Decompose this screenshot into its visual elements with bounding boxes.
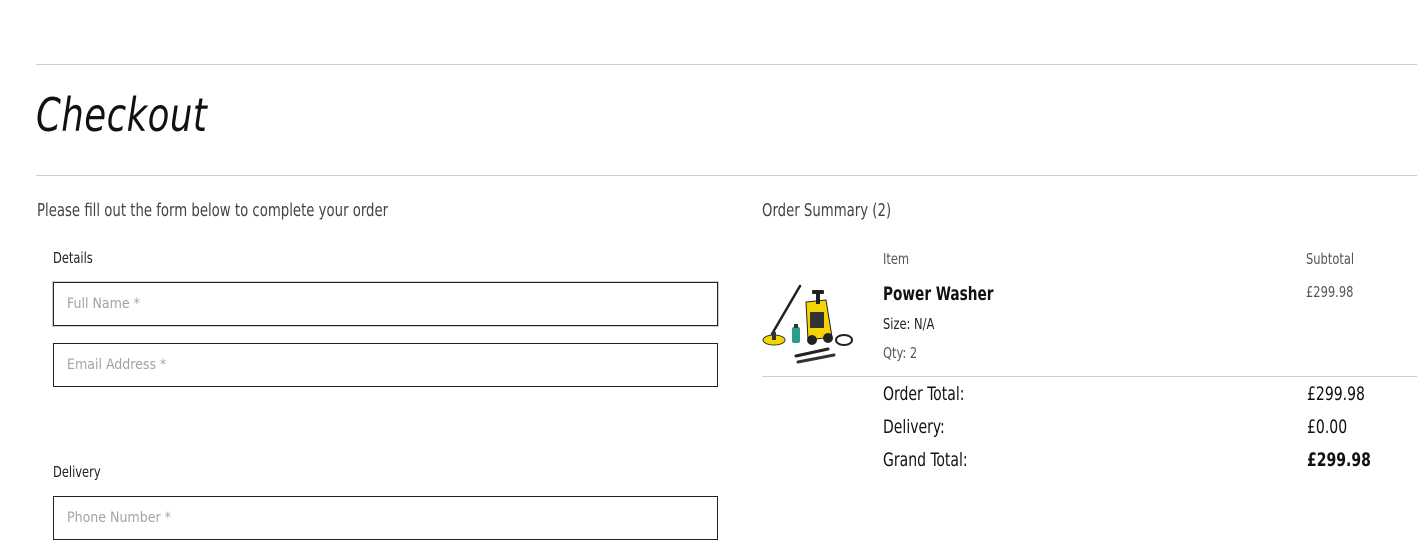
order-total-label: Order Total: bbox=[883, 383, 965, 405]
delivery-cost-label: Delivery: bbox=[883, 416, 945, 438]
details-heading: Details bbox=[53, 249, 93, 267]
top-divider bbox=[36, 64, 1417, 65]
product-quantity: Qty: 2 bbox=[883, 344, 918, 362]
grand-total-value: £299.98 bbox=[1307, 449, 1371, 471]
order-total-value: £299.98 bbox=[1307, 383, 1365, 405]
summary-divider bbox=[762, 376, 1417, 377]
delivery-cost-value: £0.00 bbox=[1307, 416, 1348, 438]
delivery-heading: Delivery bbox=[53, 463, 101, 481]
page-title: Checkout bbox=[36, 88, 208, 142]
product-size: Size: N/A bbox=[883, 315, 935, 333]
power-washer-image bbox=[762, 282, 856, 366]
title-divider bbox=[36, 175, 1417, 176]
product-name[interactable]: Power Washer bbox=[883, 283, 994, 305]
order-summary-title: Order Summary (2) bbox=[762, 200, 892, 221]
grand-total-label: Grand Total: bbox=[883, 449, 968, 471]
item-column-header: Item bbox=[883, 250, 910, 268]
email-field[interactable] bbox=[53, 343, 718, 387]
full-name-field[interactable] bbox=[53, 282, 718, 326]
product-subtotal: £299.98 bbox=[1306, 283, 1354, 301]
subtotal-column-header: Subtotal bbox=[1306, 250, 1355, 268]
phone-number-field[interactable] bbox=[53, 496, 718, 540]
form-intro: Please fill out the form below to comple… bbox=[37, 200, 389, 221]
